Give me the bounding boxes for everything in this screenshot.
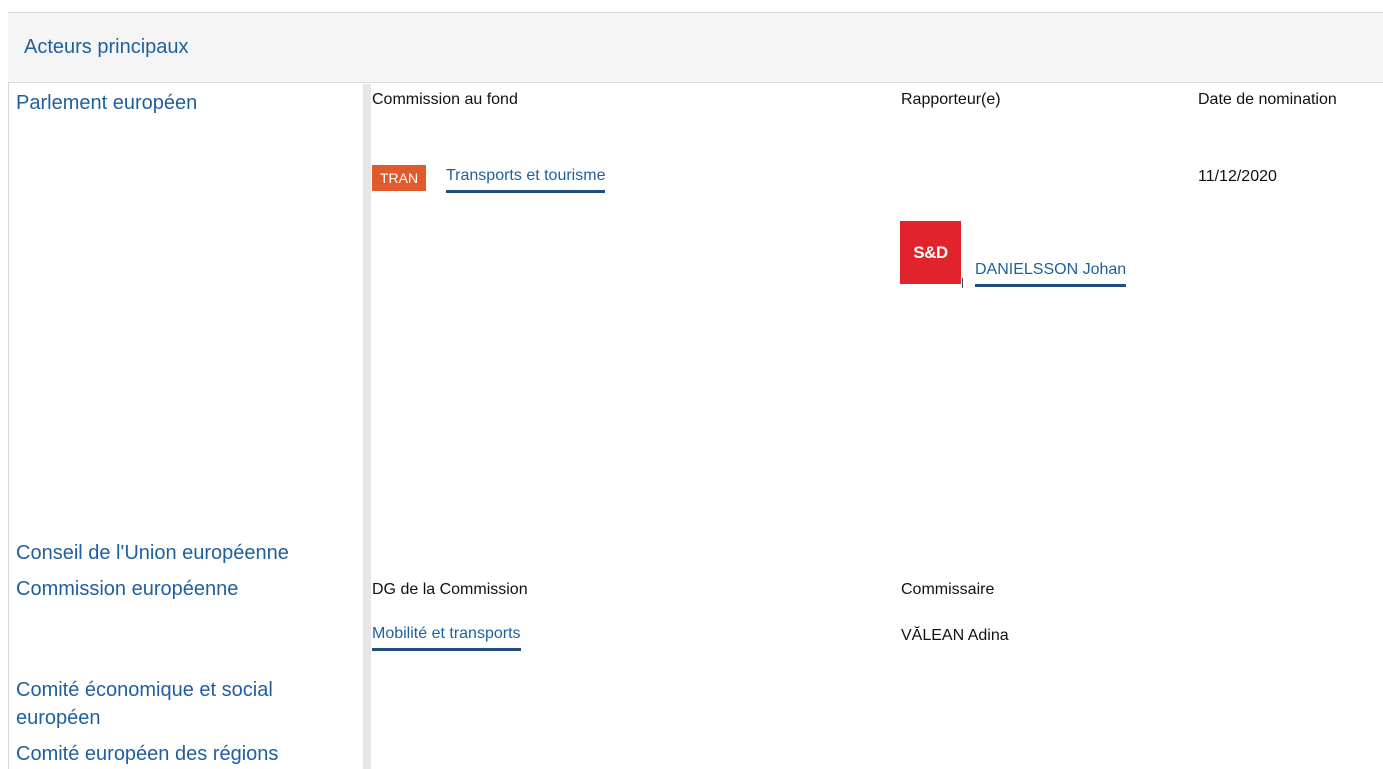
col-header-commissioner: Commissaire [901,581,995,598]
party-logo-icon: S&D [900,221,961,284]
actor-eesc-line2: européen [16,707,101,729]
actor-eesc-line1: Comité économique et social [16,679,273,701]
committee-link[interactable]: Transports et tourisme [446,164,606,193]
col-header-committee: Commission au fond [372,91,518,108]
dg-link[interactable]: Mobilité et transports [372,622,521,651]
actor-eesc: Comité économique et social européen [16,676,371,732]
actor-commission: Commission européenne [16,578,239,600]
actors-column: Parlement européen Conseil de l'Union eu… [8,84,371,769]
commissioner-name: VĂLEAN Adina [901,627,1009,644]
nomination-date: 11/12/2020 [1198,168,1277,185]
logo-divider [962,278,963,288]
actor-committee-of-regions: Comité européen des régions [16,743,279,765]
col-header-dg: DG de la Commission [372,581,528,598]
committee-code-badge: TRAN [372,165,427,191]
section-header [8,13,1383,83]
col-header-date: Date de nomination [1198,91,1337,108]
actor-council: Conseil de l'Union européenne [16,542,289,564]
rapporteur-link[interactable]: DANIELSSON Johan [975,258,1127,287]
section-title: Acteurs principaux [24,36,189,58]
col-header-rapporteur: Rapporteur(e) [901,91,1001,108]
actor-european-parliament: Parlement européen [16,92,198,114]
